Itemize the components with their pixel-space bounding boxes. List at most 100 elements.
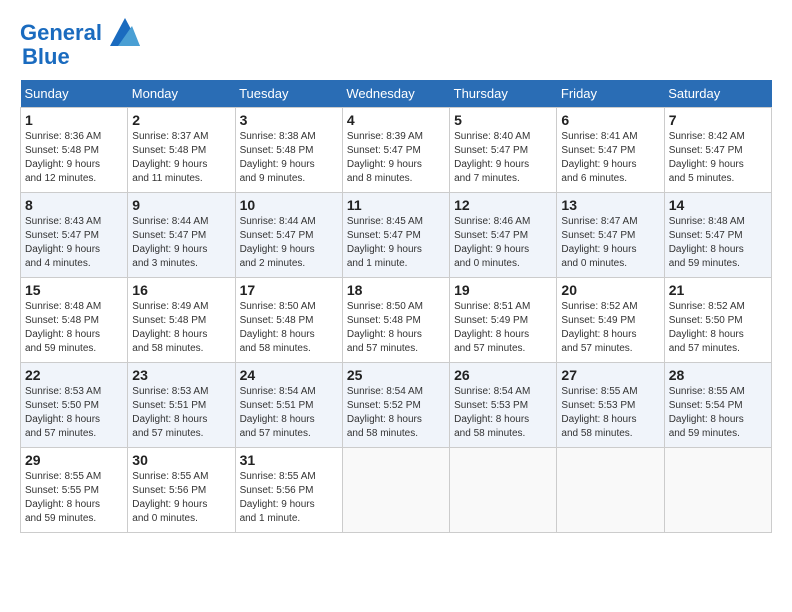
logo: General Blue	[20, 20, 138, 70]
weekday-header-friday: Friday	[557, 80, 664, 108]
calendar-day: 26 Sunrise: 8:54 AM Sunset: 5:53 PM Dayli…	[450, 363, 557, 448]
calendar-day: 10Sunrise: 8:44 AM Sunset: 5:47 PM Dayli…	[235, 193, 342, 278]
day-info: Sunrise: 8:54 AM Sunset: 5:52 PM Dayligh…	[347, 385, 445, 441]
day-number: 12	[454, 197, 552, 213]
calendar-body: 1Sunrise: 8:36 AM Sunset: 5:48 PM Daylig…	[21, 108, 772, 533]
calendar-row: 29 Sunrise: 8:55 AM Sunset: 5:55 PM Dayli…	[21, 448, 772, 533]
day-info: Sunrise: 8:47 AM Sunset: 5:47 PM Dayligh…	[561, 215, 659, 271]
calendar-day: 6 Sunrise: 8:41 AM Sunset: 5:47 PM Daylig…	[557, 108, 664, 193]
calendar-day: 11 Sunrise: 8:45 AM Sunset: 5:47 PM Dayli…	[342, 193, 449, 278]
day-info: Sunrise: 8:40 AM Sunset: 5:47 PM Dayligh…	[454, 130, 552, 186]
empty-cell	[557, 448, 664, 533]
day-number: 19	[454, 282, 552, 298]
empty-cell	[450, 448, 557, 533]
calendar-day: 30 Sunrise: 8:55 AM Sunset: 5:56 PM Dayli…	[128, 448, 235, 533]
day-info: Sunrise: 8:55 AM Sunset: 5:54 PM Dayligh…	[669, 385, 767, 441]
weekday-header-sunday: Sunday	[21, 80, 128, 108]
day-number: 18	[347, 282, 445, 298]
calendar-day: 3 Sunrise: 8:38 AM Sunset: 5:48 PM Daylig…	[235, 108, 342, 193]
day-info: Sunrise: 8:55 AM Sunset: 5:55 PM Dayligh…	[25, 470, 123, 526]
day-number: 20	[561, 282, 659, 298]
day-info: Sunrise: 8:45 AM Sunset: 5:47 PM Dayligh…	[347, 215, 445, 271]
day-info: Sunrise: 8:52 AM Sunset: 5:50 PM Dayligh…	[669, 300, 767, 356]
calendar-row: 1Sunrise: 8:36 AM Sunset: 5:48 PM Daylig…	[21, 108, 772, 193]
day-info: Sunrise: 8:41 AM Sunset: 5:47 PM Dayligh…	[561, 130, 659, 186]
weekday-header-wednesday: Wednesday	[342, 80, 449, 108]
day-info: Sunrise: 8:50 AM Sunset: 5:48 PM Dayligh…	[240, 300, 338, 356]
day-info: Sunrise: 8:49 AM Sunset: 5:48 PM Dayligh…	[132, 300, 230, 356]
calendar-day: 5 Sunrise: 8:40 AM Sunset: 5:47 PM Daylig…	[450, 108, 557, 193]
day-number: 23	[132, 367, 230, 383]
calendar-table: SundayMondayTuesdayWednesdayThursdayFrid…	[20, 80, 772, 533]
day-info: Sunrise: 8:50 AM Sunset: 5:48 PM Dayligh…	[347, 300, 445, 356]
calendar-day: 7Sunrise: 8:42 AM Sunset: 5:47 PM Daylig…	[664, 108, 771, 193]
day-info: Sunrise: 8:55 AM Sunset: 5:56 PM Dayligh…	[240, 470, 338, 526]
calendar-day: 31 Sunrise: 8:55 AM Sunset: 5:56 PM Dayli…	[235, 448, 342, 533]
calendar-day: 8 Sunrise: 8:43 AM Sunset: 5:47 PM Daylig…	[21, 193, 128, 278]
calendar-day: 23 Sunrise: 8:53 AM Sunset: 5:51 PM Dayli…	[128, 363, 235, 448]
logo-icon	[110, 18, 140, 46]
day-number: 28	[669, 367, 767, 383]
empty-cell	[664, 448, 771, 533]
calendar-day: 19 Sunrise: 8:51 AM Sunset: 5:49 PM Dayli…	[450, 278, 557, 363]
calendar-day: 20 Sunrise: 8:52 AM Sunset: 5:49 PM Dayli…	[557, 278, 664, 363]
day-number: 11	[347, 197, 445, 213]
day-number: 14	[669, 197, 767, 213]
day-info: Sunrise: 8:52 AM Sunset: 5:49 PM Dayligh…	[561, 300, 659, 356]
day-number: 8	[25, 197, 123, 213]
weekday-header-saturday: Saturday	[664, 80, 771, 108]
day-number: 1	[25, 112, 123, 128]
calendar-row: 22Sunrise: 8:53 AM Sunset: 5:50 PM Dayli…	[21, 363, 772, 448]
empty-cell	[342, 448, 449, 533]
day-number: 26	[454, 367, 552, 383]
day-info: Sunrise: 8:43 AM Sunset: 5:47 PM Dayligh…	[25, 215, 123, 271]
day-info: Sunrise: 8:48 AM Sunset: 5:47 PM Dayligh…	[669, 215, 767, 271]
weekday-header-row: SundayMondayTuesdayWednesdayThursdayFrid…	[21, 80, 772, 108]
day-number: 7	[669, 112, 767, 128]
day-number: 31	[240, 452, 338, 468]
weekday-header-thursday: Thursday	[450, 80, 557, 108]
day-info: Sunrise: 8:38 AM Sunset: 5:48 PM Dayligh…	[240, 130, 338, 186]
calendar-day: 17 Sunrise: 8:50 AM Sunset: 5:48 PM Dayli…	[235, 278, 342, 363]
day-number: 4	[347, 112, 445, 128]
day-number: 30	[132, 452, 230, 468]
weekday-header-monday: Monday	[128, 80, 235, 108]
day-info: Sunrise: 8:51 AM Sunset: 5:49 PM Dayligh…	[454, 300, 552, 356]
day-info: Sunrise: 8:37 AM Sunset: 5:48 PM Dayligh…	[132, 130, 230, 186]
calendar-day: 14 Sunrise: 8:48 AM Sunset: 5:47 PM Dayli…	[664, 193, 771, 278]
day-number: 25	[347, 367, 445, 383]
day-number: 16	[132, 282, 230, 298]
day-info: Sunrise: 8:53 AM Sunset: 5:51 PM Dayligh…	[132, 385, 230, 441]
day-info: Sunrise: 8:46 AM Sunset: 5:47 PM Dayligh…	[454, 215, 552, 271]
calendar-day: 4 Sunrise: 8:39 AM Sunset: 5:47 PM Daylig…	[342, 108, 449, 193]
calendar-day: 12 Sunrise: 8:46 AM Sunset: 5:47 PM Dayli…	[450, 193, 557, 278]
calendar-row: 15 Sunrise: 8:48 AM Sunset: 5:48 PM Dayli…	[21, 278, 772, 363]
day-number: 6	[561, 112, 659, 128]
calendar-day: 1Sunrise: 8:36 AM Sunset: 5:48 PM Daylig…	[21, 108, 128, 193]
day-info: Sunrise: 8:54 AM Sunset: 5:51 PM Dayligh…	[240, 385, 338, 441]
day-number: 17	[240, 282, 338, 298]
calendar-day: 24 Sunrise: 8:54 AM Sunset: 5:51 PM Dayli…	[235, 363, 342, 448]
day-number: 2	[132, 112, 230, 128]
day-info: Sunrise: 8:54 AM Sunset: 5:53 PM Dayligh…	[454, 385, 552, 441]
calendar-day: 25 Sunrise: 8:54 AM Sunset: 5:52 PM Dayli…	[342, 363, 449, 448]
day-info: Sunrise: 8:55 AM Sunset: 5:56 PM Dayligh…	[132, 470, 230, 526]
weekday-header-tuesday: Tuesday	[235, 80, 342, 108]
day-number: 29	[25, 452, 123, 468]
day-info: Sunrise: 8:39 AM Sunset: 5:47 PM Dayligh…	[347, 130, 445, 186]
day-number: 21	[669, 282, 767, 298]
calendar-day: 29 Sunrise: 8:55 AM Sunset: 5:55 PM Dayli…	[21, 448, 128, 533]
day-info: Sunrise: 8:48 AM Sunset: 5:48 PM Dayligh…	[25, 300, 123, 356]
day-number: 3	[240, 112, 338, 128]
day-number: 24	[240, 367, 338, 383]
calendar-day: 13Sunrise: 8:47 AM Sunset: 5:47 PM Dayli…	[557, 193, 664, 278]
page-header: General Blue	[20, 20, 772, 70]
day-number: 15	[25, 282, 123, 298]
calendar-day: 21 Sunrise: 8:52 AM Sunset: 5:50 PM Dayli…	[664, 278, 771, 363]
calendar-day: 18 Sunrise: 8:50 AM Sunset: 5:48 PM Dayli…	[342, 278, 449, 363]
calendar-day: 16 Sunrise: 8:49 AM Sunset: 5:48 PM Dayli…	[128, 278, 235, 363]
day-number: 5	[454, 112, 552, 128]
calendar-day: 22Sunrise: 8:53 AM Sunset: 5:50 PM Dayli…	[21, 363, 128, 448]
day-info: Sunrise: 8:53 AM Sunset: 5:50 PM Dayligh…	[25, 385, 123, 441]
calendar-row: 8 Sunrise: 8:43 AM Sunset: 5:47 PM Daylig…	[21, 193, 772, 278]
